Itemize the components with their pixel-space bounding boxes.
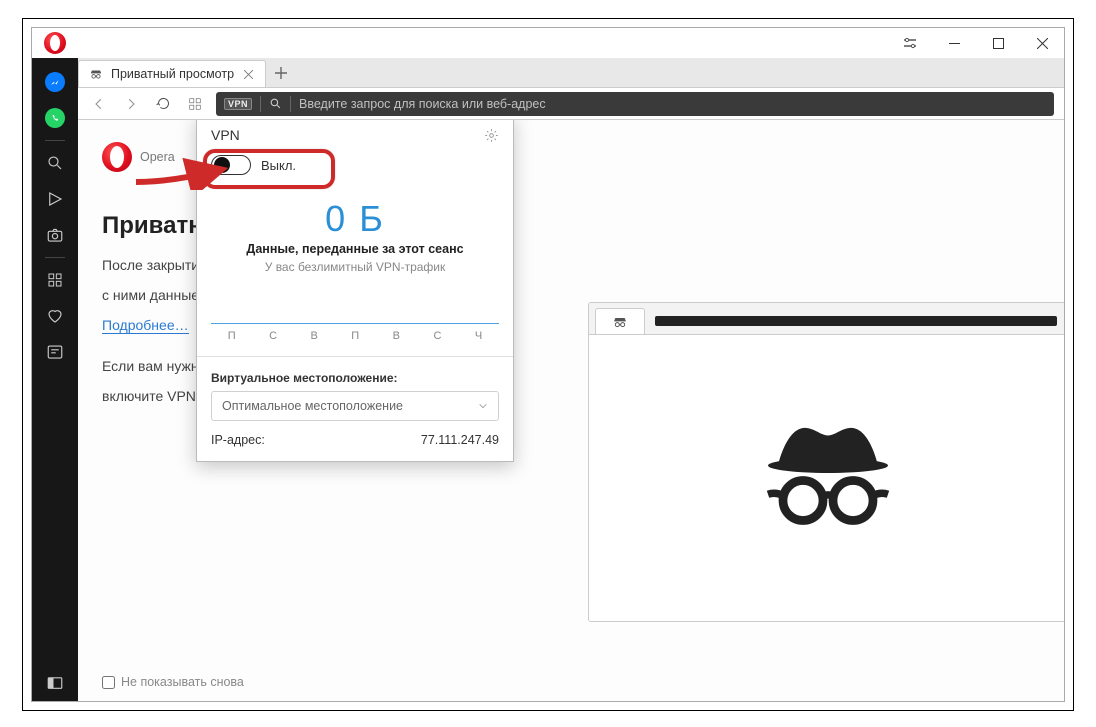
dont-show-again[interactable]: Не показывать снова [102, 675, 244, 689]
vpn-chart-days: П С В П В С Ч [211, 330, 499, 342]
plus-icon [275, 67, 287, 79]
opera-logo-icon [44, 32, 66, 54]
sidebar-bookmarks[interactable] [32, 298, 78, 334]
toolbar: VPN Введите запрос для поиска или веб-ад… [78, 88, 1064, 120]
vpn-badge[interactable]: VPN [224, 98, 252, 110]
sidebar-news[interactable] [32, 334, 78, 370]
tab-title: Приватный просмотр [111, 67, 234, 81]
preview-tab [595, 308, 645, 334]
sidebar-snapshot[interactable] [32, 217, 78, 253]
vpn-toggle-label: Выкл. [261, 158, 296, 173]
ip-value: 77.111.247.49 [421, 433, 499, 447]
sidebar-separator [45, 140, 65, 141]
vpn-popup: VPN Выкл. 0 Б Данные, переданные за этот… [196, 120, 514, 462]
vpn-settings-button[interactable] [484, 128, 499, 143]
sliders-icon [903, 36, 917, 50]
app-window: Приватный просмотр VPN [31, 27, 1065, 702]
tabstrip: Приватный просмотр [78, 58, 1064, 88]
sidebar-whatsapp[interactable] [32, 100, 78, 136]
grid-icon [188, 97, 202, 111]
address-bar[interactable]: VPN Введите запрос для поиска или веб-ад… [216, 92, 1054, 116]
play-icon [46, 190, 64, 208]
vpn-usage-chart [211, 300, 499, 324]
tab-private[interactable]: Приватный просмотр [78, 60, 266, 87]
easy-setup-button[interactable] [888, 28, 932, 58]
sidebar-speed-dial[interactable] [32, 262, 78, 298]
sidebar-separator [45, 257, 65, 258]
dont-show-checkbox[interactable] [102, 676, 115, 689]
sidebar-toggle[interactable] [32, 665, 78, 701]
back-button[interactable] [88, 93, 110, 115]
forward-button[interactable] [120, 93, 142, 115]
speed-dial-button[interactable] [184, 93, 206, 115]
titlebar [32, 28, 1064, 58]
maximize-icon [993, 38, 1004, 49]
screenshot-frame: Приватный просмотр VPN [22, 18, 1074, 711]
chevron-right-icon [124, 97, 138, 111]
sidebar-messenger[interactable] [32, 64, 78, 100]
opera-menu-button[interactable] [32, 28, 78, 58]
vpn-unlimited-text: У вас безлимитный VPN-трафик [211, 260, 499, 274]
grid-icon [47, 272, 63, 288]
incognito-icon [612, 314, 628, 330]
gear-icon [484, 128, 499, 143]
preview-address-bar [655, 316, 1057, 326]
camera-icon [46, 226, 64, 244]
page-content: Opera Приватн После закрыти с ними данны… [78, 120, 1064, 701]
ip-label: IP-адрес: [211, 433, 265, 447]
learn-more-link[interactable]: Подробнее… [102, 317, 189, 334]
tab-close-button[interactable] [242, 70, 255, 79]
vpn-location-select[interactable]: Оптимальное местоположение [211, 391, 499, 421]
vpn-toggle[interactable]: Выкл. [211, 155, 296, 175]
minimize-button[interactable] [932, 28, 976, 58]
incognito-icon [89, 67, 103, 81]
chevron-down-icon [478, 401, 488, 411]
search-icon [46, 154, 64, 172]
vpn-data-caption: Данные, переданные за этот сеанс [211, 242, 499, 256]
close-icon [244, 70, 253, 79]
search-icon [261, 97, 290, 110]
close-icon [1037, 38, 1048, 49]
minimize-icon [949, 38, 960, 49]
address-placeholder: Введите запрос для поиска или веб-адрес [291, 97, 546, 111]
whatsapp-icon [45, 108, 65, 128]
incognito-large-icon [753, 403, 903, 553]
chevron-left-icon [92, 97, 106, 111]
maximize-button[interactable] [976, 28, 1020, 58]
panel-icon [46, 674, 64, 692]
new-tab-button[interactable] [266, 58, 296, 87]
sidebar-instant-search[interactable] [32, 181, 78, 217]
reload-button[interactable] [152, 93, 174, 115]
heart-icon [46, 307, 64, 325]
close-window-button[interactable] [1020, 28, 1064, 58]
messenger-icon [45, 72, 65, 92]
toggle-switch[interactable] [211, 155, 251, 175]
reload-icon [156, 96, 171, 111]
sidebar [32, 58, 78, 701]
sidebar-search[interactable] [32, 145, 78, 181]
vpn-location-label: Виртуальное местоположение: [211, 371, 499, 385]
news-icon [46, 343, 64, 361]
opera-logo-icon [102, 142, 132, 172]
vpn-data-amount: 0 Б [211, 198, 499, 240]
vpn-popup-title: VPN [211, 127, 240, 143]
private-preview-illustration [588, 302, 1064, 622]
